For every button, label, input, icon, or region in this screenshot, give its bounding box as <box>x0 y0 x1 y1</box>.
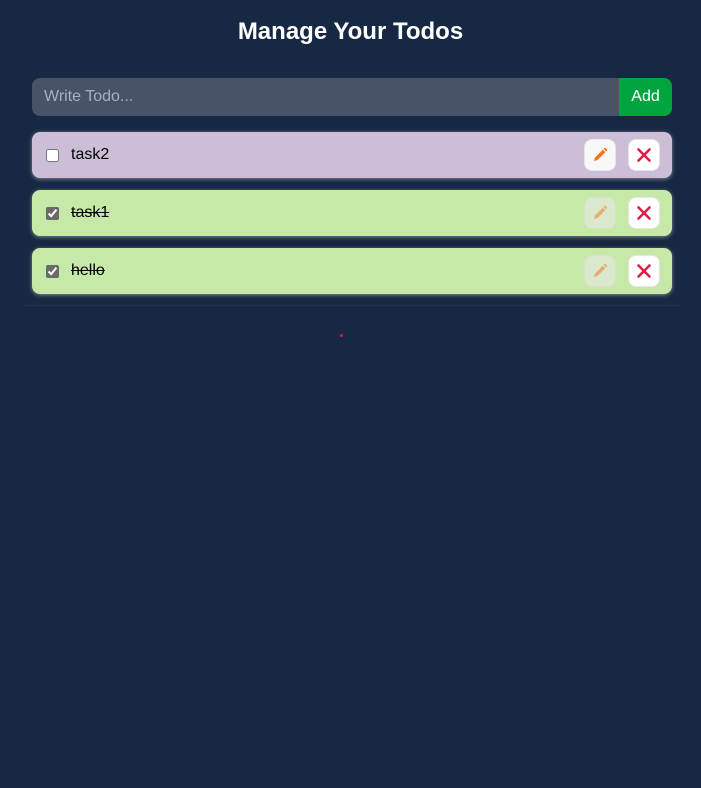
delete-button[interactable] <box>628 255 660 287</box>
close-icon <box>637 148 651 162</box>
delete-button[interactable] <box>628 139 660 171</box>
todo-checkbox[interactable] <box>46 264 59 278</box>
todo-item: hello <box>32 248 672 294</box>
todo-text: task1 <box>71 204 110 221</box>
add-button[interactable]: Add <box>619 78 672 116</box>
todo-form: Add <box>32 78 672 116</box>
red-dot <box>340 334 343 337</box>
todo-text: task2 <box>71 146 110 163</box>
delete-button[interactable] <box>628 197 660 229</box>
todo-checkbox[interactable] <box>46 206 59 220</box>
close-icon <box>637 206 651 220</box>
page-title: Manage Your Todos <box>237 18 464 45</box>
todo-item: task1 <box>32 190 672 236</box>
todo-item: task2 <box>32 132 672 178</box>
todo-text: hello <box>71 262 105 279</box>
pencil-icon <box>594 263 608 277</box>
pencil-icon <box>594 205 608 219</box>
todo-input[interactable] <box>32 78 619 116</box>
todo-list: task2 task1 hello <box>32 132 672 306</box>
edit-button[interactable] <box>584 197 616 229</box>
edit-button[interactable] <box>584 139 616 171</box>
edit-button[interactable] <box>584 255 616 287</box>
divider <box>22 305 682 306</box>
close-icon <box>637 264 651 278</box>
pencil-icon <box>594 147 608 161</box>
todo-checkbox[interactable] <box>46 148 59 162</box>
